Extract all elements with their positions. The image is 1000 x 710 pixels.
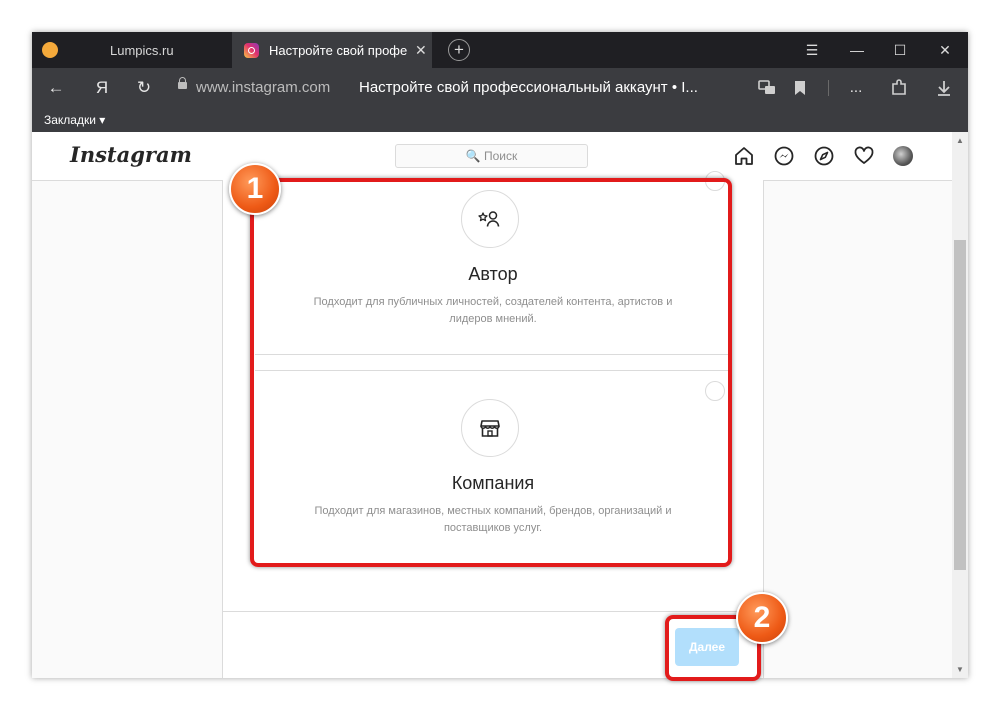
scroll-up-icon[interactable]: ▲ [956, 136, 964, 145]
maximize-button[interactable]: ☐ [885, 32, 915, 68]
instagram-icon [244, 42, 259, 58]
heart-icon[interactable] [853, 145, 875, 167]
translate-icon[interactable] [758, 80, 776, 96]
more-button[interactable]: ... [844, 68, 868, 108]
url-domain[interactable]: www.instagram.com [196, 68, 330, 108]
reload-button[interactable]: ↻ [132, 68, 156, 108]
minimize-button[interactable]: — [842, 32, 872, 68]
tab-instagram[interactable]: Настройте свой профе ✕ [232, 32, 432, 68]
download-icon[interactable] [936, 79, 952, 97]
profile-avatar[interactable] [893, 146, 913, 166]
back-button[interactable]: ← [44, 68, 68, 108]
close-window-button[interactable]: ✕ [930, 32, 960, 68]
bookmarks-bar: Закладки ▾ [32, 108, 968, 132]
step-badge-2: 2 [736, 592, 788, 644]
search-input[interactable]: 🔍 Поиск [395, 144, 588, 168]
tab-label: Lumpics.ru [110, 42, 174, 58]
page-scrollbar[interactable]: ▲ ▼ [952, 132, 968, 678]
scroll-down-icon[interactable]: ▼ [956, 665, 964, 674]
orange-circle-icon [42, 42, 58, 58]
explore-icon[interactable] [813, 145, 835, 167]
yandex-button[interactable]: Я [90, 68, 114, 108]
messenger-icon[interactable] [773, 145, 795, 167]
home-icon[interactable] [733, 145, 755, 167]
address-page-title[interactable]: Настройте свой профессиональный аккаунт … [359, 68, 698, 108]
instagram-header: Instagram 🔍 Поиск [32, 132, 952, 181]
tab-lumpics[interactable]: Lumpics.ru [32, 32, 232, 68]
card-divider [223, 611, 763, 612]
tab-close-icon[interactable]: ✕ [415, 42, 427, 59]
new-tab-button[interactable]: + [448, 39, 470, 61]
instagram-logo[interactable]: Instagram [70, 142, 192, 167]
step-badge-1: 1 [229, 163, 281, 215]
lock-icon [178, 77, 187, 89]
tab-strip: Lumpics.ru Настройте свой профе ✕ + ☰ — … [32, 32, 968, 68]
bookmarks-menu[interactable]: Закладки ▾ [44, 113, 105, 127]
divider [828, 80, 829, 96]
extensions-icon[interactable] [890, 79, 908, 97]
scrollbar-thumb[interactable] [954, 240, 966, 570]
menu-icon[interactable]: ☰ [797, 32, 827, 68]
bookmark-icon[interactable] [794, 80, 806, 96]
address-bar: ← Я ↻ www.instagram.com Настройте свой п… [32, 68, 968, 108]
tab-label: Настройте свой профе [269, 42, 407, 58]
highlight-options [250, 178, 732, 567]
